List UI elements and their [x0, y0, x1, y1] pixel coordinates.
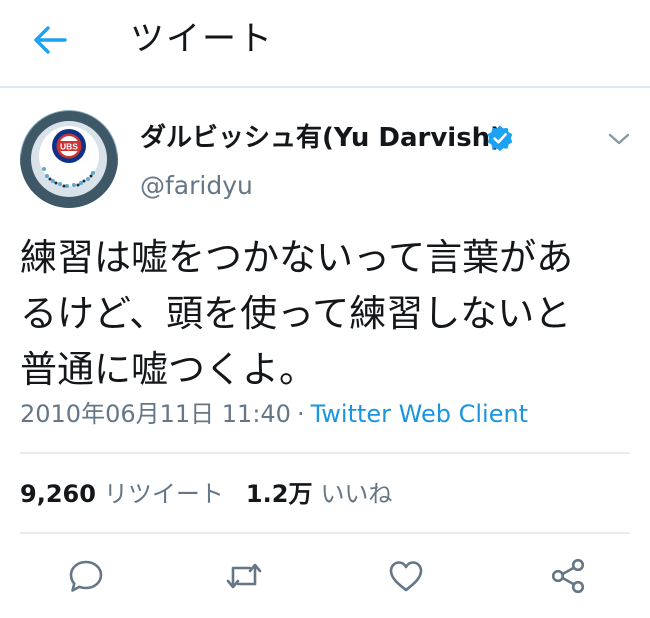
like-label: いいね	[320, 480, 393, 508]
tweet-source-link[interactable]: Twitter Web Client	[311, 400, 529, 428]
author-handle[interactable]: @faridyu	[140, 168, 253, 204]
page-title: ツイート	[130, 19, 274, 59]
like-count: 1.2万	[245, 480, 313, 508]
tweet-stats: 9,260 リツイート 1.2万 いいね	[20, 476, 392, 512]
divider	[20, 532, 630, 534]
tweet-meta: 2010年06月11日 11:40 · Twitter Web Client	[20, 396, 528, 432]
tweet-text: 練習は嘘をつかないって言葉があ るけど、頭を使って練習しないと 普通に嘘つくよ。	[20, 230, 634, 398]
top-bar: ツイート	[0, 0, 650, 88]
reply-icon[interactable]	[66, 556, 106, 596]
like-icon[interactable]	[386, 556, 426, 596]
chevron-down-icon[interactable]	[604, 126, 634, 152]
back-button[interactable]	[26, 20, 74, 60]
divider	[20, 452, 630, 454]
avatar[interactable]: UBS	[20, 110, 118, 208]
tweet-text-line: 練習は嘘をつかないって言葉があ	[20, 236, 574, 279]
tweet-detail-screen: ツイート UBS ダルビッシュ有(Yu Darvish) @faridyu 練習…	[0, 0, 650, 618]
tweet-timestamp[interactable]: 2010年06月11日 11:40	[20, 400, 291, 428]
retweet-icon[interactable]	[224, 556, 264, 596]
tweet-text-line: 普通に嘘つくよ。	[20, 348, 316, 391]
author-name[interactable]: ダルビッシュ有(Yu Darvish)	[140, 120, 502, 156]
like-count-link[interactable]: 1.2万 いいね	[246, 476, 393, 512]
share-icon[interactable]	[548, 556, 588, 596]
avatar-logo-text: UBS	[60, 142, 78, 152]
tweet-text-line: るけど、頭を使って練習しないと	[20, 292, 572, 335]
meta-separator: ·	[296, 400, 305, 428]
retweet-count-link[interactable]: 9,260 リツイート	[20, 476, 224, 512]
arrow-left-icon	[34, 26, 67, 54]
retweet-count: 9,260	[20, 480, 96, 508]
cubs-logo-icon: UBS	[21, 111, 117, 207]
retweet-label: リツイート	[103, 480, 224, 508]
verified-badge-icon	[487, 125, 513, 152]
